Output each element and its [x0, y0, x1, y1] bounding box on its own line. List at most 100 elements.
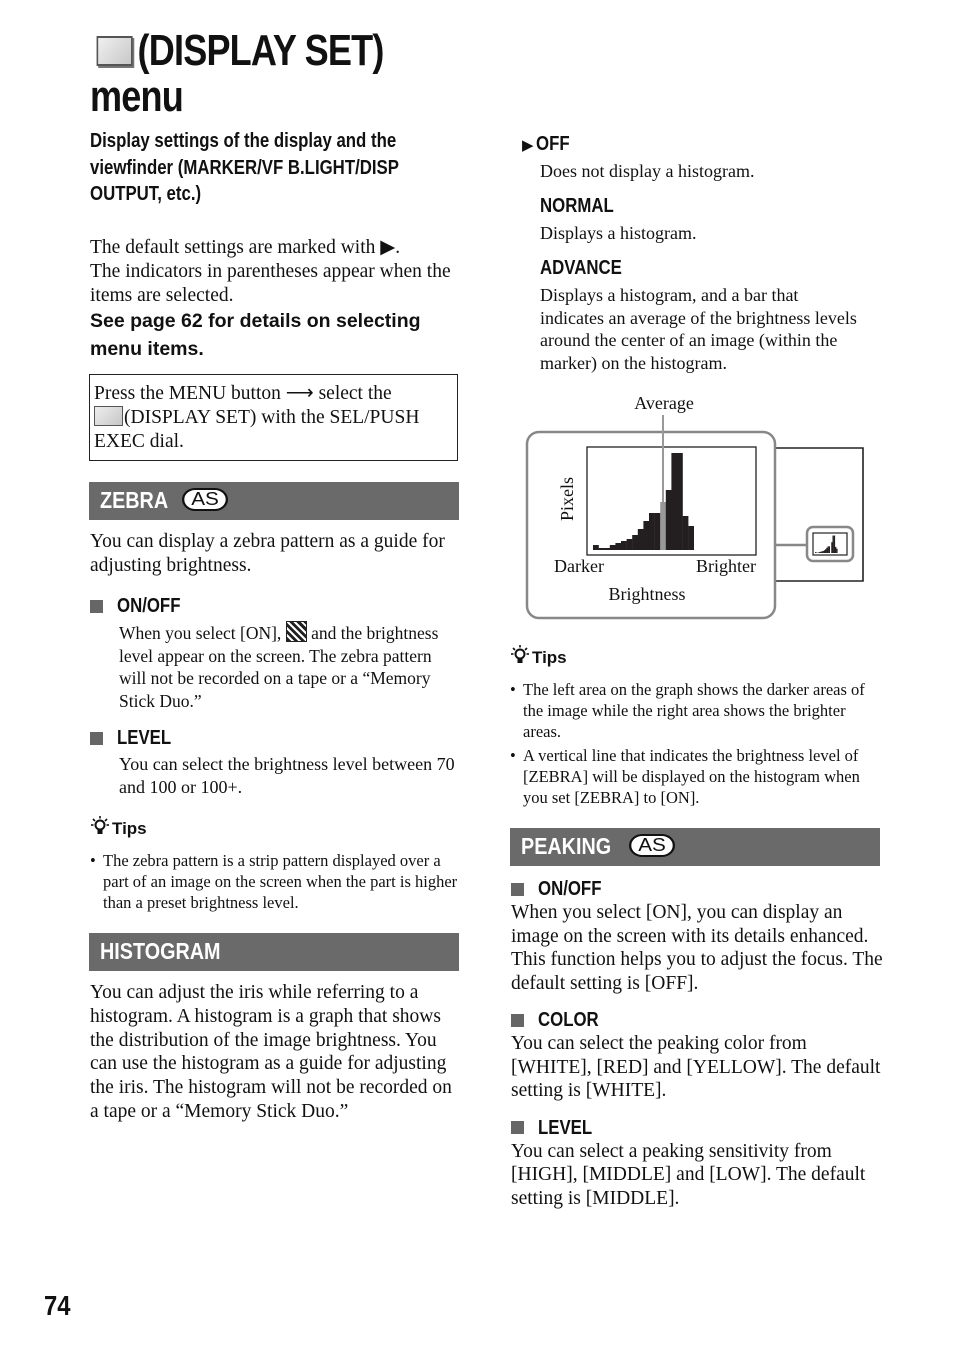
- tips-label: Tips: [112, 819, 147, 838]
- mini-histogram-bar: [830, 544, 832, 553]
- histogram-bar: [649, 513, 655, 550]
- option-text: Does not display a histogram.: [540, 161, 755, 181]
- histogram-bar: [632, 535, 638, 550]
- item-heading: ON/OFF: [538, 878, 602, 900]
- intro-text: The default settings are marked with ▶. …: [90, 236, 460, 308]
- histogram-bar: [593, 545, 599, 550]
- histogram-bar: [604, 548, 610, 550]
- zebra-item-level: LEVEL You can select the brightness leve…: [90, 726, 460, 798]
- histogram-title: HISTOGRAM: [100, 938, 221, 964]
- page-subtitle: Display settings of the display and the …: [90, 130, 399, 205]
- option-text: Displays a histogram, and a bar that ind…: [540, 285, 857, 373]
- display-set-icon: [94, 406, 123, 426]
- mini-histogram-bar: [825, 549, 827, 553]
- bullet-square-icon: [90, 599, 103, 613]
- item-text: When you select [ON], you can display an…: [511, 902, 883, 994]
- mini-histogram-bar: [815, 552, 817, 553]
- histogram-bar: [688, 526, 694, 550]
- bullet-square-icon: [511, 1121, 524, 1134]
- item-heading: LEVEL: [117, 727, 172, 749]
- page-number: 74: [44, 1290, 71, 1321]
- mini-histogram-bar: [820, 551, 822, 553]
- mini-histogram-bar: [836, 548, 838, 553]
- item-heading: COLOR: [538, 1009, 599, 1031]
- peaking-title: PEAKING: [521, 833, 612, 859]
- procedure-text-2: (DISPLAY SET) with the SEL/PUSH EXEC dia…: [94, 407, 420, 452]
- mini-histogram-bar: [831, 542, 833, 553]
- mini-histogram-bar: [835, 546, 837, 553]
- mini-histogram-bar: [828, 546, 831, 553]
- default-marker-icon: ▶: [522, 138, 534, 154]
- tips-label: Tips: [532, 648, 567, 667]
- mini-histogram-bar: [827, 546, 829, 553]
- mini-histogram-bar: [822, 551, 824, 553]
- tip-item: The zebra pattern is a strip pattern dis…: [90, 850, 460, 913]
- item-text: You can select the peaking color from [W…: [511, 1033, 881, 1101]
- page-title: (DISPLAY SET) menu: [90, 28, 448, 120]
- zebra-section-header: ZEBRA AS: [89, 482, 459, 520]
- lightbulb-icon: [510, 644, 532, 672]
- mini-histogram-bar: [818, 552, 821, 553]
- option-advance: ADVANCE Displays a histogram, and a bar …: [540, 256, 882, 374]
- title-line-2: menu: [90, 72, 184, 121]
- histogram-bar: [609, 545, 616, 550]
- mini-histogram-bar: [832, 535, 834, 553]
- default-marker-note: The default settings are marked with ▶.: [90, 237, 401, 258]
- zebra-title: ZEBRA: [100, 487, 169, 513]
- procedure-box: Press the MENU button ⟶ select the (DISP…: [89, 374, 458, 461]
- zebra-pattern-icon: [285, 621, 307, 642]
- x-left-label: Darker: [554, 556, 604, 576]
- histogram-illustration: Average Pixels Darker Brighter Brightnes…: [525, 393, 864, 620]
- tip-item: The left area on the graph shows the dar…: [510, 679, 882, 742]
- peaking-item-color: COLOR You can select the peaking color f…: [511, 1008, 883, 1103]
- bullet-square-icon: [90, 731, 103, 745]
- option-normal: NORMAL Displays a histogram.: [540, 194, 882, 245]
- as-badge: AS: [628, 834, 675, 857]
- histogram-bar: [671, 453, 678, 550]
- histogram-average-bar: [660, 502, 666, 550]
- histogram-bar: [643, 521, 650, 550]
- tip-item: A vertical line that indicates the brigh…: [510, 745, 882, 808]
- histogram-description: You can adjust the iris while referring …: [90, 982, 452, 1122]
- display-set-icon: [96, 36, 133, 67]
- option-text: Displays a histogram.: [540, 223, 697, 243]
- histogram-bar: [677, 453, 683, 550]
- peaking-items: ON/OFF When you select [ON], you can dis…: [511, 877, 883, 1210]
- option-heading: NORMAL: [540, 195, 614, 217]
- option-heading: OFF: [535, 133, 570, 155]
- histogram-bar: [621, 541, 627, 550]
- bullet-square-icon: [511, 882, 524, 896]
- lightbulb-icon: [90, 815, 112, 843]
- histogram-tips: Tips The left area on the graph shows th…: [510, 644, 882, 811]
- histogram-section-header: HISTOGRAM: [89, 933, 459, 971]
- histogram-bar: [665, 490, 672, 550]
- title-line-1: (DISPLAY SET): [137, 26, 385, 75]
- x-axis-label: Brightness: [608, 584, 685, 604]
- zebra-description: You can display a zebra pattern as a gui…: [90, 531, 445, 576]
- histogram-bar: [615, 543, 622, 550]
- peaking-section-header: PEAKING AS: [510, 828, 880, 866]
- peaking-item-level: LEVEL You can select a peaking sensitivi…: [511, 1116, 883, 1211]
- item-heading: ON/OFF: [117, 595, 181, 617]
- y-axis-label: Pixels: [557, 477, 577, 521]
- item-text: You can select the brightness level betw…: [119, 754, 455, 797]
- bullet-square-icon: [511, 1013, 524, 1027]
- item-text: When you select [ON],: [119, 623, 286, 643]
- mini-histogram-bar: [833, 535, 836, 553]
- histogram-bar: [598, 548, 605, 550]
- procedure-text-1: Press the MENU button ⟶ select the: [94, 383, 392, 404]
- zebra-item-onoff: ON/OFF When you select [ON], and the bri…: [90, 594, 460, 712]
- option-off: ▶ OFF Does not display a histogram.: [522, 132, 882, 183]
- peaking-item-onoff: ON/OFF When you select [ON], you can dis…: [511, 877, 883, 995]
- zebra-tips: Tips The zebra pattern is a strip patter…: [90, 815, 460, 916]
- item-heading: LEVEL: [538, 1116, 593, 1139]
- histogram-bar: [682, 516, 689, 550]
- average-label: Average: [634, 393, 694, 413]
- mini-histogram-bar: [823, 550, 826, 553]
- see-page-note: See page 62 for details on selecting men…: [90, 310, 421, 360]
- as-badge: AS: [182, 488, 229, 511]
- mini-histogram-bar: [821, 551, 823, 553]
- histogram-bar: [626, 539, 633, 550]
- item-text: You can select a peaking sensitivity fro…: [511, 1140, 866, 1209]
- histogram-bar: [654, 513, 661, 550]
